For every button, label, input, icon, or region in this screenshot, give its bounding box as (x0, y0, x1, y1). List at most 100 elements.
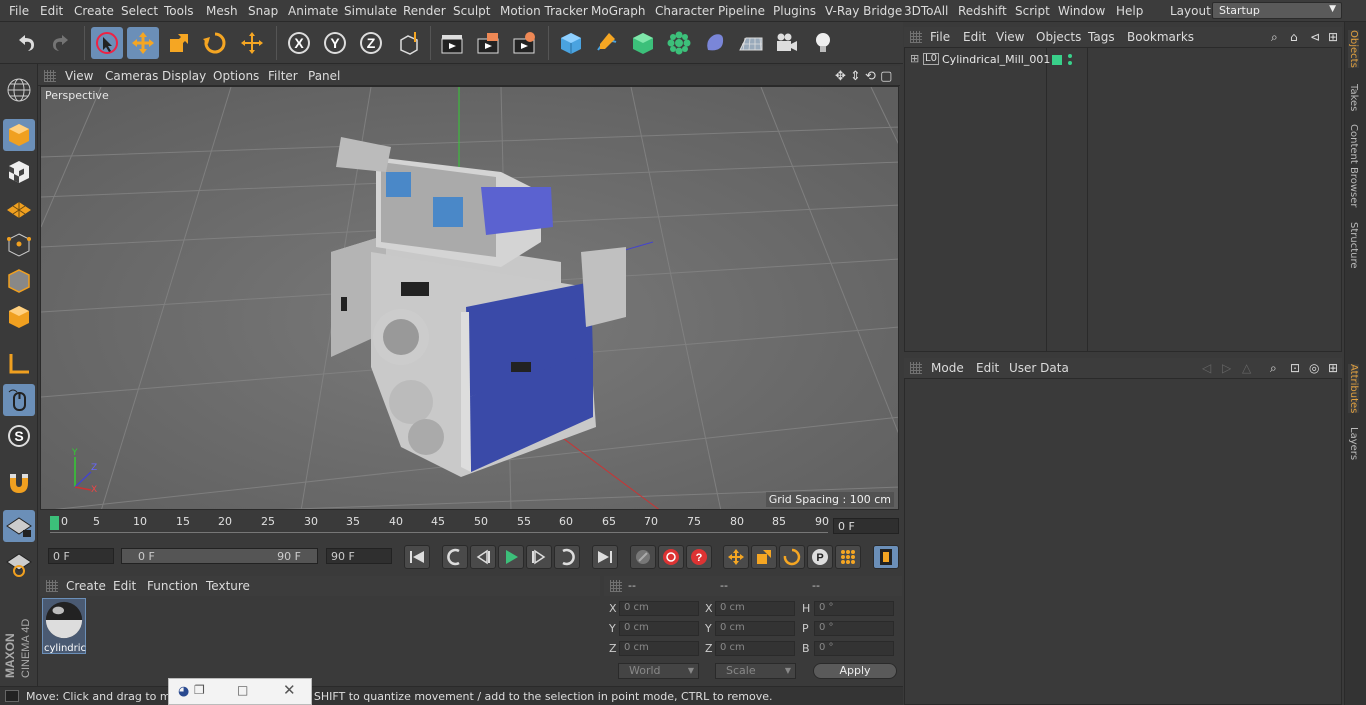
home-icon[interactable]: ⌂ (1290, 30, 1298, 44)
autokeying-button[interactable]: ? (686, 545, 712, 569)
key-parameter-button[interactable]: P (807, 545, 833, 569)
pen-spline-button[interactable] (591, 27, 623, 59)
object-menu-edit[interactable]: Edit (963, 30, 986, 44)
close-icon[interactable]: ✕ (283, 681, 296, 699)
record-active-objects-button[interactable] (658, 545, 684, 569)
size-x-field[interactable]: 0 cm (715, 601, 795, 616)
size-mode-dropdown[interactable]: Scale ▼ (715, 663, 796, 679)
render-region-button[interactable] (472, 27, 504, 59)
object-menu-file[interactable]: File (930, 30, 950, 44)
points-mode-button[interactable] (3, 229, 35, 261)
material-menu-function[interactable]: Function (147, 579, 198, 593)
object-name[interactable]: Cylindrical_Mill_001 (942, 53, 1050, 66)
timeline-ruler[interactable]: 0 5 10 15 20 25 30 35 40 45 50 55 60 65 … (40, 512, 902, 542)
tab-takes[interactable]: Takes (1348, 84, 1359, 111)
menu-plugins[interactable]: Plugins (773, 4, 816, 18)
target-icon[interactable]: ◎ (1309, 361, 1319, 375)
menu-window[interactable]: Window (1058, 4, 1105, 18)
taskbar-popup[interactable]: ◕ ❐ □ ✕ (168, 678, 312, 705)
viewport-menu-view[interactable]: View (65, 69, 93, 83)
new-window-icon[interactable]: ⊞ (1328, 361, 1338, 375)
menu-sculpt[interactable]: Sculpt (453, 4, 490, 18)
search-icon[interactable]: ⌕ (1271, 30, 1278, 45)
rotate-tool-button[interactable] (199, 27, 231, 59)
menu-edit[interactable]: Edit (40, 4, 63, 18)
viewport-menu-filter[interactable]: Filter (268, 69, 298, 83)
menu-mesh[interactable]: Mesh (206, 4, 238, 18)
menu-tools[interactable]: Tools (164, 4, 194, 18)
cube-object-button[interactable] (555, 27, 587, 59)
record-disabled-button[interactable] (630, 545, 656, 569)
menu-snap[interactable]: Snap (248, 4, 278, 18)
object-row[interactable]: ⊞ L0 Cylindrical_Mill_001 (905, 51, 1335, 69)
search-icon[interactable]: ⌕ (1270, 361, 1277, 376)
lock-y-axis-button[interactable]: Y (319, 27, 351, 59)
light-object-button[interactable] (807, 27, 839, 59)
scale-tool-button[interactable] (163, 27, 195, 59)
texture-mode-button[interactable] (3, 156, 35, 188)
move-tool-button[interactable] (127, 27, 159, 59)
frame-range-slider[interactable]: 0 F 90 F (121, 548, 318, 564)
attributes-menu-mode[interactable]: Mode (931, 361, 964, 375)
position-y-field[interactable]: 0 cm (619, 621, 699, 636)
menu-file[interactable]: File (9, 4, 29, 18)
start-frame-field[interactable]: 0 F (48, 548, 114, 564)
position-x-field[interactable]: 0 cm (619, 601, 699, 616)
editor-visibility-dot[interactable] (1068, 54, 1072, 58)
size-y-field[interactable]: 0 cm (715, 621, 795, 636)
viewport-nav-icons[interactable]: ✥ ⇕ ⟲ ▢ (835, 69, 892, 84)
undo-button[interactable] (10, 27, 42, 59)
maximize-icon[interactable]: □ (237, 683, 248, 697)
menu-vray-bridge[interactable]: V-Ray Bridge (825, 4, 902, 18)
menu-script[interactable]: Script (1015, 4, 1050, 18)
edges-mode-button[interactable] (3, 265, 35, 297)
lock-z-axis-button[interactable]: Z (355, 27, 387, 59)
up-arrow-icon[interactable]: △ (1242, 361, 1251, 375)
deformer-button[interactable] (699, 27, 731, 59)
key-position-button[interactable] (723, 545, 749, 569)
next-key-button[interactable] (554, 545, 580, 569)
snap-toggle-button[interactable] (3, 466, 35, 498)
rotation-p-field[interactable]: 0 ° (814, 621, 894, 636)
object-menu-tags[interactable]: Tags (1088, 30, 1115, 44)
workplane-mode-button[interactable] (3, 192, 35, 224)
render-settings-button[interactable] (508, 27, 540, 59)
make-editable-button[interactable] (3, 74, 35, 106)
size-z-field[interactable]: 0 cm (715, 641, 795, 656)
new-window-icon[interactable]: ⊞ (1328, 30, 1338, 44)
rotation-h-field[interactable]: 0 ° (814, 601, 894, 616)
prev-frame-button[interactable] (470, 545, 496, 569)
back-icon[interactable]: ⊲ (1310, 30, 1320, 44)
playhead[interactable] (50, 516, 59, 530)
material-menu-edit[interactable]: Edit (113, 579, 136, 593)
coordinate-space-dropdown[interactable]: World ▼ (618, 663, 699, 679)
menu-animate[interactable]: Animate (288, 4, 338, 18)
goto-start-button[interactable] (404, 545, 430, 569)
menu-redshift[interactable]: Redshift (958, 4, 1007, 18)
menu-3dtoall[interactable]: 3DToAll (904, 4, 948, 18)
workplane-lock-button[interactable] (3, 510, 35, 542)
tab-content-browser[interactable]: Content Browser (1348, 124, 1359, 207)
object-menu-objects[interactable]: Objects (1036, 30, 1081, 44)
menu-select[interactable]: Select (121, 4, 158, 18)
viewport-3d[interactable]: Y Z X Perspective Grid Spacing : 100 cm (40, 86, 899, 510)
axis-mode-button[interactable] (3, 348, 35, 380)
menu-pipeline[interactable]: Pipeline (718, 4, 765, 18)
tab-layers[interactable]: Layers (1348, 427, 1359, 460)
tab-attributes[interactable]: Attributes (1348, 364, 1359, 414)
viewport-menu-options[interactable]: Options (213, 69, 259, 83)
coordinate-system-button[interactable] (393, 27, 425, 59)
polygons-mode-button[interactable] (3, 301, 35, 333)
menu-character[interactable]: Character (655, 4, 714, 18)
menu-simulate[interactable]: Simulate (344, 4, 397, 18)
workplane-align-button[interactable] (3, 548, 35, 580)
material-menu-create[interactable]: Create (66, 579, 106, 593)
rotation-b-field[interactable]: 0 ° (814, 641, 894, 656)
menu-create[interactable]: Create (74, 4, 114, 18)
forward-arrow-icon[interactable]: ▷ (1222, 361, 1231, 375)
object-menu-bookmarks[interactable]: Bookmarks (1127, 30, 1194, 44)
end-frame-field[interactable]: 90 F (326, 548, 392, 564)
subdivision-surface-button[interactable] (627, 27, 659, 59)
goto-end-button[interactable] (592, 545, 618, 569)
key-pla-button[interactable] (835, 545, 861, 569)
